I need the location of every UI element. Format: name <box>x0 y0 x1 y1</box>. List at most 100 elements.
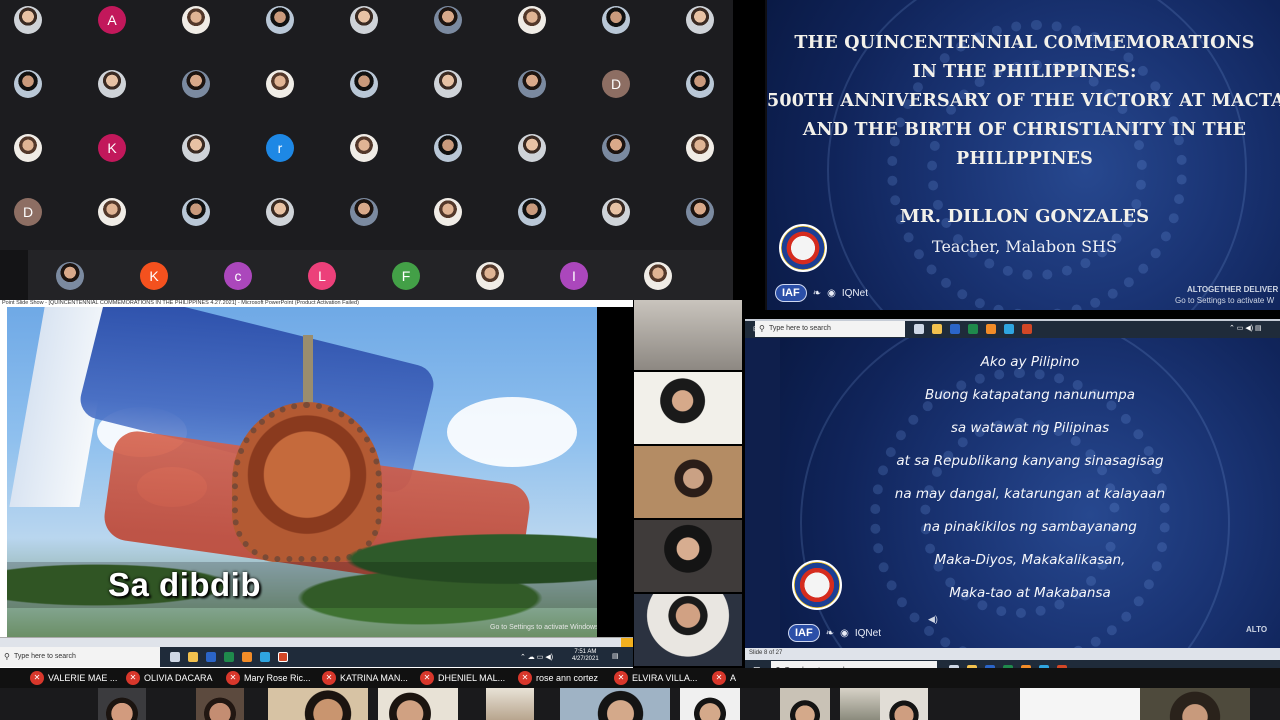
participant-thumbnail[interactable] <box>486 688 534 720</box>
participant-thumbnail[interactable] <box>378 688 458 720</box>
taskbar-search-input[interactable]: Type here to search <box>755 321 905 337</box>
video-tile[interactable] <box>634 520 742 592</box>
participant-photo-icon[interactable] <box>182 6 210 34</box>
participant-thumbnail[interactable] <box>1020 688 1140 720</box>
task-view-icon[interactable] <box>914 324 924 334</box>
participant-thumbnail[interactable] <box>880 688 928 720</box>
participant-initial-avatar[interactable]: r <box>266 134 294 162</box>
participant-photo-icon[interactable] <box>686 198 714 226</box>
participant-photo-icon[interactable] <box>602 134 630 162</box>
participant-photo-icon[interactable] <box>182 134 210 162</box>
participant-initial-avatar[interactable]: K <box>140 262 168 290</box>
participant-photo-icon[interactable] <box>518 70 546 98</box>
word-icon[interactable] <box>206 652 216 662</box>
participant-bottom-row: Kc L F I <box>0 250 733 300</box>
participant-photo-icon[interactable] <box>182 198 210 226</box>
participant-photo-icon[interactable] <box>14 70 42 98</box>
participant-name-tag[interactable]: ✕ OLIVIA DACARA <box>126 670 222 685</box>
taskbar-clock[interactable]: 7:51 AM 4/27/2021 <box>572 649 599 663</box>
participant-photo-icon[interactable] <box>266 198 294 226</box>
video-tile[interactable] <box>634 594 742 666</box>
task-view-icon[interactable] <box>170 652 180 662</box>
participant-photo-icon[interactable] <box>56 262 84 290</box>
video-tile[interactable] <box>634 300 742 370</box>
notifications-icon[interactable]: ▤ <box>612 652 619 660</box>
division-seal-icon <box>792 560 842 610</box>
participant-name: A <box>730 672 736 683</box>
participant-name-tag[interactable]: ✕ A <box>712 670 736 685</box>
taskbar-search-input[interactable]: Type here to search <box>0 647 160 667</box>
participant-initial-avatar[interactable]: D <box>14 198 42 226</box>
edge-icon[interactable] <box>1004 324 1014 334</box>
word-icon[interactable] <box>950 324 960 334</box>
participant-photo-icon[interactable] <box>686 6 714 34</box>
participant-photo-icon[interactable] <box>14 134 42 162</box>
participant-photo-icon[interactable] <box>602 6 630 34</box>
participant-photo-icon[interactable] <box>434 134 462 162</box>
taskbar-search[interactable]: Type here to search <box>755 321 905 337</box>
participant-name-tag[interactable]: ✕ DHENIEL MAL... <box>420 670 514 685</box>
participant-name-tag[interactable]: ✕ VALERIE MAE ... <box>30 670 122 685</box>
participant-thumbnail[interactable] <box>1140 688 1250 720</box>
file-explorer-icon[interactable] <box>932 324 942 334</box>
slide-title-line: AND THE BIRTH OF CHRISTIANITY IN THE <box>802 120 1247 140</box>
participant-photo-icon[interactable] <box>98 70 126 98</box>
participant-thumbnail[interactable] <box>680 688 740 720</box>
participant-photo-icon[interactable] <box>182 70 210 98</box>
participant-photo-icon[interactable] <box>518 134 546 162</box>
participant-photo-icon[interactable] <box>476 262 504 290</box>
participant-initial-avatar[interactable]: D <box>602 70 630 98</box>
participant-thumbnail[interactable] <box>268 688 368 720</box>
participant-photo-icon[interactable] <box>686 134 714 162</box>
participant-photo-icon[interactable] <box>266 70 294 98</box>
participant-photo-icon[interactable] <box>350 134 378 162</box>
participant-photo-icon[interactable] <box>98 198 126 226</box>
participant-thumbnail[interactable] <box>780 688 830 720</box>
participant-photo-icon[interactable] <box>602 198 630 226</box>
participant-initial-avatar[interactable]: A <box>98 6 126 34</box>
system-tray-icons[interactable]: ⌃ ▭ ◀) ▤ <box>1229 324 1262 332</box>
video-tile-signer[interactable] <box>634 372 742 444</box>
participant-photo-icon[interactable] <box>686 70 714 98</box>
system-tray-icons[interactable]: ⌃ ☁ ▭ ◀) <box>520 653 553 661</box>
participant-initial-avatar[interactable]: K <box>98 134 126 162</box>
participant-photo-icon[interactable] <box>644 262 672 290</box>
file-explorer-icon[interactable] <box>188 652 198 662</box>
excel-icon[interactable] <box>968 324 978 334</box>
participant-photo-icon[interactable] <box>434 198 462 226</box>
excel-icon[interactable] <box>224 652 234 662</box>
participant-photo-icon[interactable] <box>350 198 378 226</box>
participant-initial-avatar[interactable]: c <box>224 262 252 290</box>
participant-photo-icon[interactable] <box>350 6 378 34</box>
powerpoint-icon[interactable] <box>278 652 288 662</box>
screen: A D Kr D Kc L F I THE QUINCENTENNIAL COMMEMORA… <box>0 0 1280 720</box>
video-tile[interactable] <box>634 446 742 518</box>
participant-name-tag[interactable]: ✕ Mary Rose Ric... <box>226 670 318 685</box>
slide-title-line: PHILIPPINES <box>955 149 1094 169</box>
participant-initial-avatar[interactable]: I <box>560 262 588 290</box>
participant-thumbnail[interactable] <box>560 688 670 720</box>
participant-photo-icon[interactable] <box>518 6 546 34</box>
vlc-icon[interactable] <box>986 324 996 334</box>
participant-photo-icon[interactable] <box>266 6 294 34</box>
participant-initial-avatar[interactable]: L <box>308 262 336 290</box>
powerpoint-icon[interactable] <box>1022 324 1032 334</box>
flag-avatar-icon[interactable] <box>14 6 42 34</box>
participant-thumbnail[interactable] <box>196 688 244 720</box>
tagline: ALTO <box>1246 625 1268 634</box>
participant-name-tag[interactable]: ✕ rose ann cortez <box>518 670 610 685</box>
participant-photo-icon[interactable] <box>518 198 546 226</box>
participant-name-tag[interactable]: ✕ ELVIRA VILLA... <box>614 670 708 685</box>
mic-muted-icon: ✕ <box>30 670 44 685</box>
participant-name-tag[interactable]: ✕ KATRINA MAN... <box>322 670 416 685</box>
participant-photo-icon[interactable] <box>350 70 378 98</box>
vlc-icon[interactable] <box>242 652 252 662</box>
participant-photo-icon[interactable] <box>434 70 462 98</box>
edge-icon[interactable] <box>260 652 270 662</box>
participant-initial-avatar[interactable]: F <box>392 262 420 290</box>
participant-name: DHENIEL MAL... <box>438 672 506 683</box>
scroll-left-edge[interactable] <box>0 250 28 300</box>
participant-thumbnail[interactable] <box>98 688 146 720</box>
powerpoint-title-bar: Point Slide Show - [QUINCENTENNIAL COMME… <box>0 300 633 307</box>
participant-photo-icon[interactable] <box>434 6 462 34</box>
